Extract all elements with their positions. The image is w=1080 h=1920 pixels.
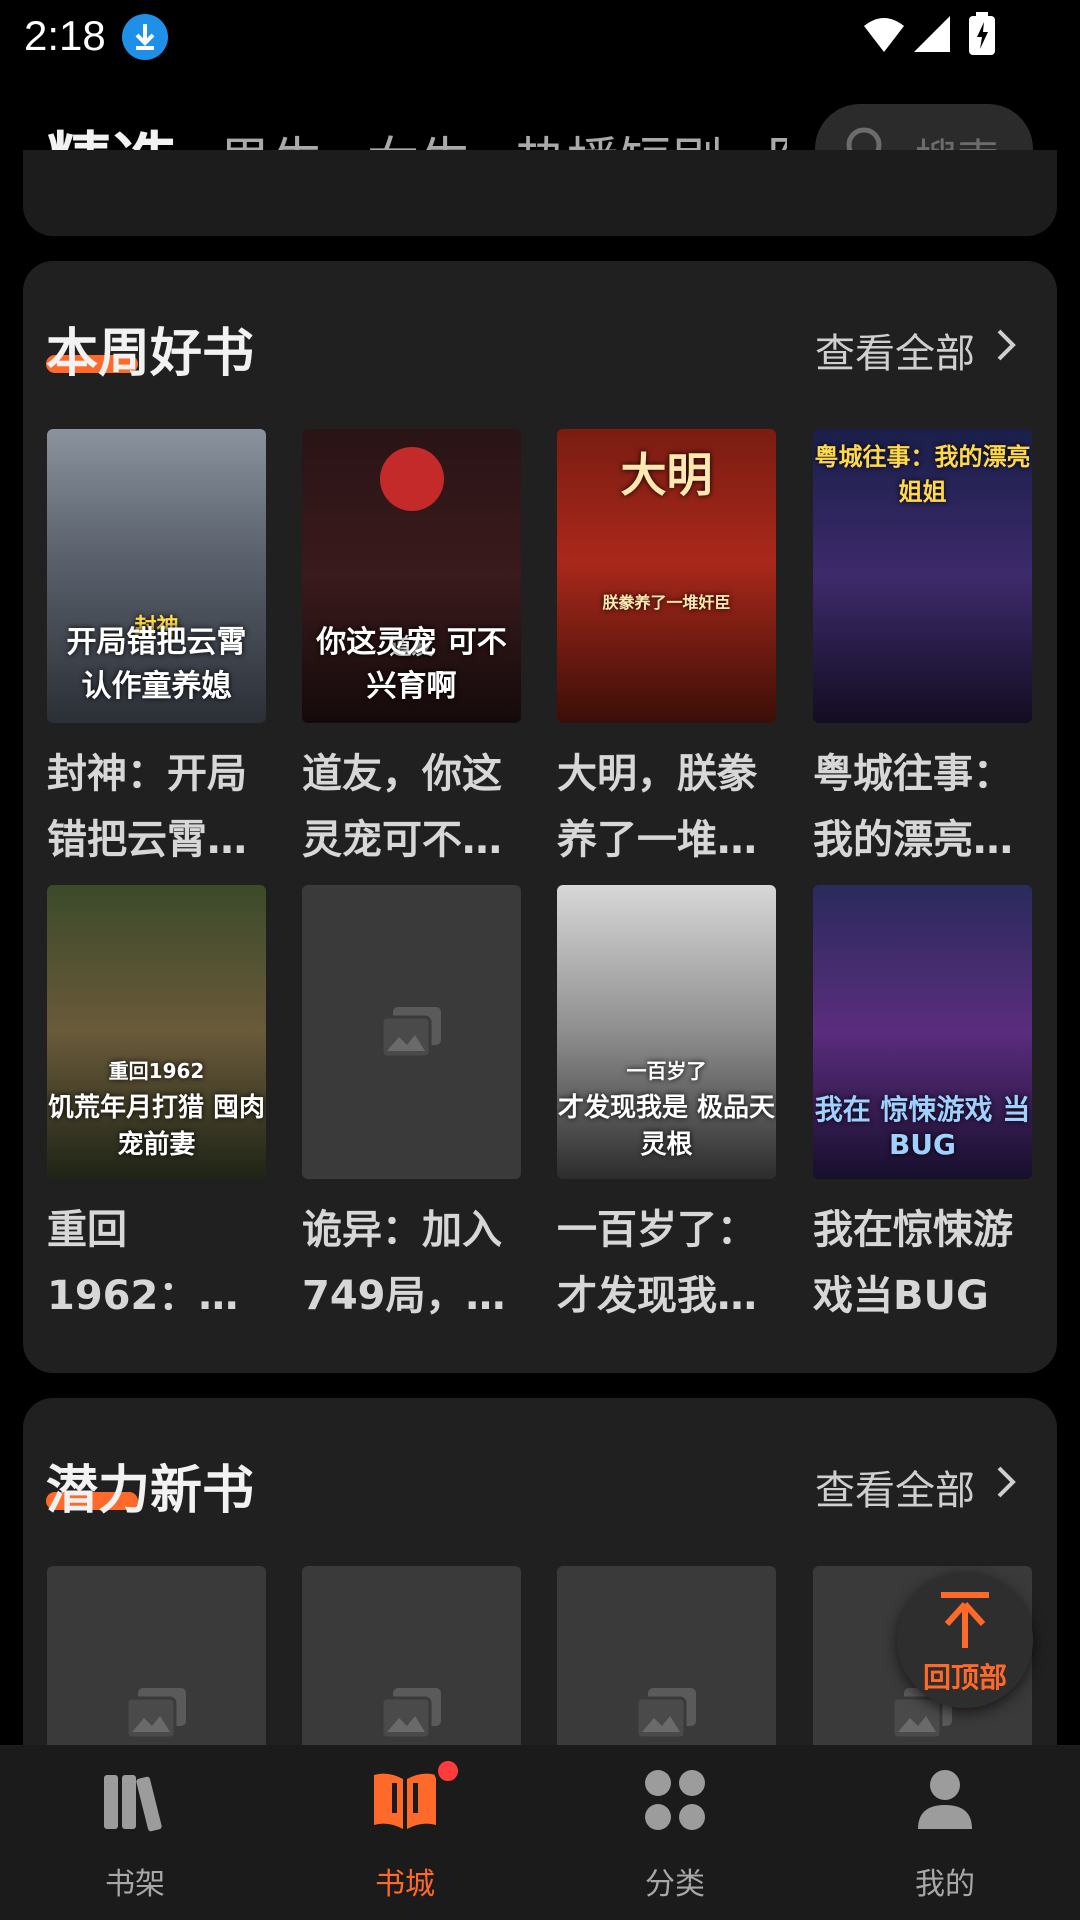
book-title[interactable]: 我在惊悚游戏当BUG — [813, 1197, 1032, 1329]
status-time: 2:18 — [24, 12, 106, 59]
book-cover-placeholder[interactable] — [302, 885, 521, 1179]
book-item[interactable]: 道友 你这灵宠 可不兴育啊 道友，你这灵宠可不兴育啊 — [302, 429, 521, 873]
book-cover[interactable]: 一百岁了 才发现我是 极品天灵根 — [557, 885, 776, 1179]
nav-category[interactable]: 分类 — [540, 1745, 810, 1920]
image-placeholder-icon — [125, 1688, 186, 1740]
book-cover[interactable]: 重回1962 饥荒年月打猎 囤肉宠前妻 — [47, 885, 266, 1179]
section-title: 本周好书 — [46, 324, 255, 384]
book-title[interactable]: 重回1962：饥荒年月打猎囤肉宠前妻 — [47, 1197, 266, 1329]
book-item[interactable]: 封神 开局错把云霄 认作童养媳 封神：开局错把云霄认作童养媳 — [47, 429, 266, 873]
book-cover[interactable]: 大明 朕豢养了一堆奸臣 — [557, 429, 776, 723]
nav-profile[interactable]: 我的 — [810, 1745, 1080, 1920]
bottom-navigation: 书架 书城 分类 我的 — [0, 1745, 1080, 1920]
nav-label: 分类 — [645, 1867, 705, 1902]
book-cover[interactable]: 我在 惊悚游戏 当BUG — [813, 885, 1032, 1179]
chevron-right-icon[interactable] — [995, 327, 1017, 363]
image-placeholder-icon — [380, 1688, 441, 1740]
image-placeholder-icon — [635, 1688, 696, 1740]
back-to-top-button[interactable]: 回顶部 — [897, 1572, 1033, 1708]
book-item[interactable]: 诡异：加入749局，国家 — [302, 885, 521, 1329]
arrow-up-icon — [941, 1592, 989, 1648]
book-title[interactable]: 粤城往事：我的漂亮姐姐 — [813, 741, 1032, 873]
view-all-link[interactable]: 查看全部 — [815, 321, 975, 379]
book-cover[interactable]: 封神 开局错把云霄 认作童养媳 — [47, 429, 266, 723]
book-item[interactable]: 大明 朕豢养了一堆奸臣 大明，朕豢养了一堆奸臣 — [557, 429, 776, 873]
bookshelf-icon — [104, 1775, 162, 1832]
notification-dot — [434, 1757, 462, 1785]
bookstore-icon — [374, 1773, 436, 1829]
chevron-right-icon[interactable] — [995, 1464, 1017, 1500]
category-icon — [645, 1770, 705, 1830]
wifi-icon — [864, 18, 904, 52]
book-title[interactable]: 诡异：加入749局，国家 — [302, 1197, 521, 1329]
book-cover[interactable]: 道友 你这灵宠 可不兴育啊 — [302, 429, 521, 723]
status-bar: 2:18 — [0, 0, 1080, 72]
nav-label: 书城 — [375, 1867, 435, 1902]
section-title: 潜力新书 — [46, 1461, 255, 1521]
battery-charging-icon — [969, 12, 995, 55]
book-title[interactable]: 一百岁了：才发现我是极品天灵根 — [557, 1197, 776, 1329]
book-title[interactable]: 大明，朕豢养了一堆奸臣 — [557, 741, 776, 873]
book-title[interactable]: 道友，你这灵宠可不兴育啊 — [302, 741, 521, 873]
back-to-top-label: 回顶部 — [922, 1661, 1007, 1694]
nav-label: 书架 — [105, 1867, 165, 1902]
book-title[interactable]: 封神：开局错把云霄认作童养媳 — [47, 741, 266, 873]
book-item[interactable]: 一百岁了 才发现我是 极品天灵根 一百岁了：才发现我是极品天灵根 — [557, 885, 776, 1329]
profile-icon — [918, 1770, 972, 1829]
nav-label: 我的 — [915, 1867, 975, 1902]
nav-bookshelf[interactable]: 书架 — [0, 1745, 270, 1920]
signal-icon — [914, 16, 950, 52]
image-placeholder-icon — [380, 1007, 441, 1059]
nav-bookstore[interactable]: 书城 — [270, 1745, 540, 1920]
download-icon — [122, 14, 168, 60]
book-item[interactable]: 粤城往事：我的漂亮姐姐 粤城往事：我的漂亮姐姐 — [813, 429, 1032, 873]
previous-section-edge — [23, 150, 1057, 236]
book-item[interactable]: 我在 惊悚游戏 当BUG 我在惊悚游戏当BUG — [813, 885, 1032, 1329]
book-item[interactable]: 重回1962 饥荒年月打猎 囤肉宠前妻 重回1962：饥荒年月打猎囤肉宠前妻 — [47, 885, 266, 1329]
view-all-link[interactable]: 查看全部 — [815, 1458, 975, 1516]
weekly-books-section: 本周好书 查看全部 封神 开局错把云霄 认作童养媳 封神：开局错把云霄认作童养媳… — [23, 261, 1057, 1373]
book-cover[interactable]: 粤城往事：我的漂亮姐姐 — [813, 429, 1032, 723]
